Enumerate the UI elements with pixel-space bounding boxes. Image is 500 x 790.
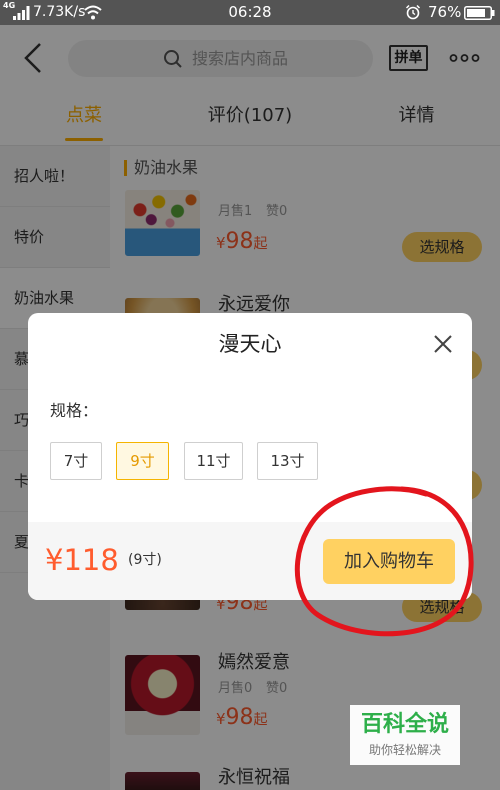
alarm-icon [405, 4, 421, 20]
selected-size-note: (9寸) [128, 552, 162, 568]
watermark-logo: 百科全说 助你轻松解决 [350, 705, 460, 765]
selected-price: ¥118 [45, 543, 119, 577]
spec-label: 规格： [50, 401, 99, 420]
watermark-brand: 百科全说 [360, 712, 449, 737]
size-option-9[interactable]: 9寸 [116, 442, 169, 480]
dialog-footer: ¥118 (9寸) 加入购物车 [28, 522, 472, 600]
app-screen: 4G 7.73K/s 06:28 76% 搜索店内商品 拼单 点菜 评价(107… [0, 0, 500, 790]
battery-percent: 76% [428, 3, 462, 21]
add-to-cart-button[interactable]: 加入购物车 [323, 539, 455, 584]
signal-icon [13, 6, 30, 20]
battery-icon [464, 6, 495, 20]
close-icon[interactable] [433, 334, 453, 354]
network-speed: 7.73K/s [33, 4, 86, 20]
watermark-slogan: 助你轻松解决 [368, 743, 441, 757]
size-option-7[interactable]: 7寸 [50, 442, 102, 480]
size-option-13[interactable]: 13寸 [257, 442, 318, 480]
size-option-11[interactable]: 11寸 [184, 442, 243, 480]
spec-dialog: 漫天心 规格： 7寸 9寸 11寸 13寸 ¥118 (9寸) 加入购物车 [28, 313, 472, 600]
wifi-icon [84, 5, 102, 20]
status-bar: 4G 7.73K/s 06:28 76% [0, 0, 500, 25]
dialog-title: 漫天心 [218, 332, 282, 356]
clock: 06:28 [228, 3, 272, 21]
